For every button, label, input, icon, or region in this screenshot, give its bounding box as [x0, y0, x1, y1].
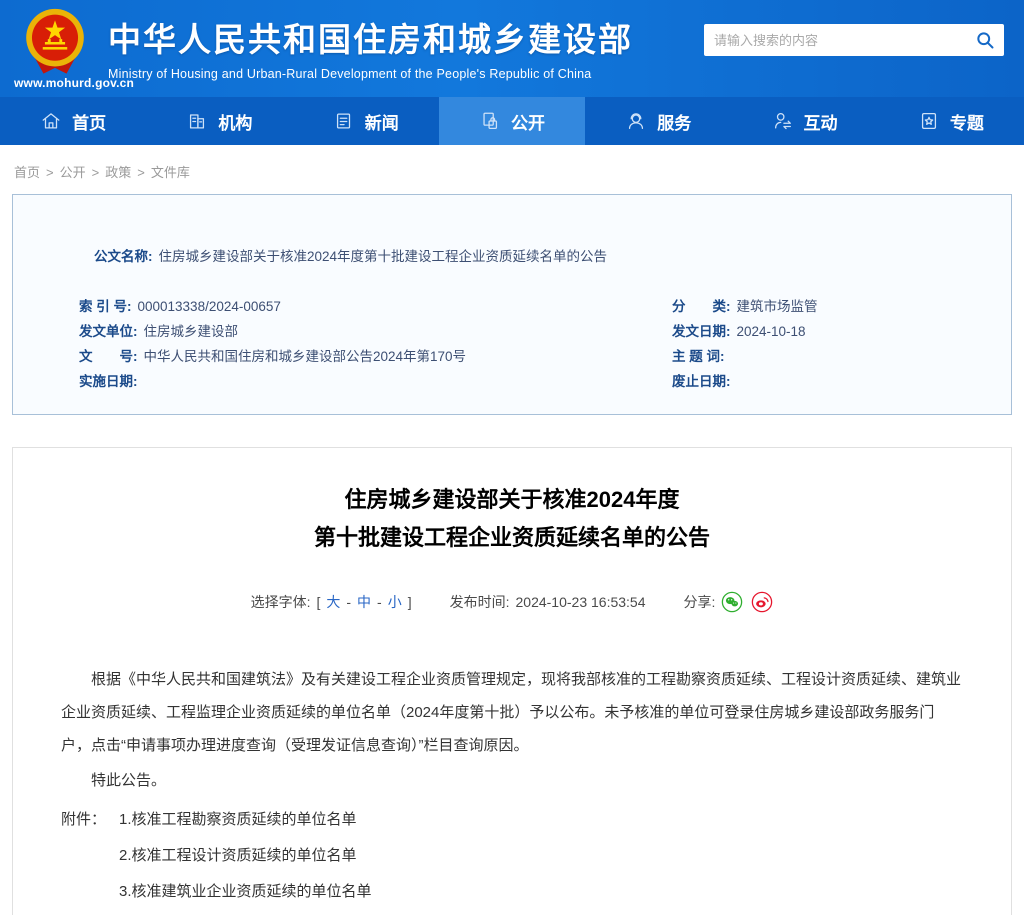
search-box — [704, 24, 1004, 56]
nav-item-interaction[interactable]: 互动 — [731, 97, 877, 145]
attachment-link-2[interactable]: 2.核准工程设计资质延续的单位名单 — [119, 838, 387, 874]
document-meta-box: 公文名称: 住房城乡建设部关于核准2024年度第十批建设工程企业资质延续名单的公告… — [12, 194, 1012, 415]
breadcrumb: 首页 > 公开 > 政策 > 文件库 — [0, 145, 1024, 194]
publish-time-label: 发布时间: — [450, 592, 510, 612]
home-icon — [40, 110, 62, 132]
site-subtitle: Ministry of Housing and Urban-Rural Deve… — [108, 67, 633, 81]
nav-item-label: 新闻 — [365, 109, 399, 134]
organization-icon — [186, 110, 208, 132]
nav-item-services[interactable]: 服务 — [585, 97, 731, 145]
bracket: [ — [316, 594, 320, 610]
article-meta-line: 选择字体: [大-中-小] 发布时间: 2024-10-23 16:53:54 … — [61, 591, 963, 613]
attachment-link-3[interactable]: 3.核准建筑业企业资质延续的单位名单 — [119, 874, 387, 910]
nav-item-disclosure[interactable]: 公开 — [439, 97, 585, 145]
nav-item-home[interactable]: 首页 — [0, 97, 146, 145]
search-button[interactable] — [966, 24, 1004, 56]
breadcrumb-home[interactable]: 首页 — [14, 165, 40, 180]
meta-label: 发文单位: — [79, 324, 138, 339]
site-header: www.mohurd.gov.cn 中华人民共和国住房和城乡建设部 Minist… — [0, 0, 1024, 97]
interaction-icon — [772, 110, 794, 132]
weibo-icon[interactable] — [751, 591, 773, 613]
meta-row-repeal-date: 废止日期: — [672, 369, 1011, 394]
separator: - — [346, 594, 351, 610]
meta-value: 建筑市场监管 — [737, 299, 818, 314]
share-label: 分享: — [684, 592, 716, 612]
meta-label: 公文名称: — [94, 249, 153, 264]
breadcrumb-separator: > — [92, 165, 100, 180]
breadcrumb-policy[interactable]: 政策 — [105, 165, 131, 180]
meta-row-doc-name: 公文名称: 住房城乡建设部关于核准2024年度第十批建设工程企业资质延续名单的公告 — [13, 219, 1011, 294]
separator: - — [377, 594, 382, 610]
main-nav: 首页 机构 新闻 公开 服务 互动 专题 — [0, 97, 1024, 145]
nav-item-topics[interactable]: 专题 — [878, 97, 1024, 145]
meta-value: 住房城乡建设部 — [144, 324, 239, 339]
meta-label: 废止日期: — [672, 374, 731, 389]
breadcrumb-current: 文件库 — [151, 165, 190, 180]
meta-label: 发文日期: — [672, 324, 731, 339]
article-title: 住房城乡建设部关于核准2024年度 第十批建设工程企业资质延续名单的公告 — [61, 481, 963, 557]
search-icon — [975, 30, 995, 50]
attachment-link-1[interactable]: 1.核准工程勘察资质延续的单位名单 — [119, 802, 387, 838]
meta-row-doc-number: 文 号: 中华人民共和国住房和城乡建设部公告2024年第170号 — [79, 344, 660, 369]
meta-row-implement-date: 实施日期: — [79, 369, 660, 394]
nav-item-news[interactable]: 新闻 — [293, 97, 439, 145]
bracket: ] — [408, 594, 412, 610]
nav-item-organization[interactable]: 机构 — [146, 97, 292, 145]
breadcrumb-separator: > — [46, 165, 54, 180]
article-title-line1: 住房城乡建设部关于核准2024年度 — [61, 481, 963, 519]
meta-label: 主 题 词: — [672, 349, 725, 364]
site-title: 中华人民共和国住房和城乡建设部 — [108, 13, 633, 61]
nav-item-label: 专题 — [950, 109, 984, 134]
article-closing: 特此公告。 — [61, 768, 963, 794]
nav-item-label: 机构 — [218, 109, 252, 134]
service-icon — [625, 110, 647, 132]
nav-item-label: 首页 — [72, 109, 106, 134]
meta-label: 分 类: — [672, 299, 731, 314]
breadcrumb-separator: > — [137, 165, 145, 180]
meta-value: 中华人民共和国住房和城乡建设部公告2024年第170号 — [144, 349, 467, 364]
breadcrumb-disclosure[interactable]: 公开 — [60, 165, 86, 180]
meta-row-category: 分 类: 建筑市场监管 — [672, 294, 1011, 319]
meta-row-index-number: 索 引 号: 000013338/2024-00657 — [79, 294, 660, 319]
national-emblem-icon — [16, 6, 94, 78]
disclosure-icon — [479, 110, 501, 132]
attachment-link-4[interactable]: 4.核准工程监理企业资质延续的单位名单 — [119, 910, 387, 915]
font-size-large[interactable]: 大 — [326, 592, 340, 612]
attachments-section: 附件： 1.核准工程勘察资质延续的单位名单 2.核准工程设计资质延续的单位名单 … — [61, 802, 963, 915]
article-title-line2: 第十批建设工程企业资质延续名单的公告 — [61, 519, 963, 557]
article-card: 住房城乡建设部关于核准2024年度 第十批建设工程企业资质延续名单的公告 选择字… — [12, 447, 1012, 915]
attachments-label: 附件： — [61, 802, 119, 915]
meta-label: 实施日期: — [79, 374, 138, 389]
meta-value: 000013338/2024-00657 — [138, 299, 281, 314]
font-size-small[interactable]: 小 — [388, 592, 402, 612]
font-size-medium[interactable]: 中 — [357, 592, 371, 612]
font-size-label: 选择字体: — [251, 592, 311, 612]
meta-label: 文 号: — [79, 349, 138, 364]
meta-value: 住房城乡建设部关于核准2024年度第十批建设工程企业资质延续名单的公告 — [159, 249, 608, 264]
news-icon — [333, 110, 355, 132]
meta-value: 2024-10-18 — [737, 324, 806, 339]
search-input[interactable] — [704, 24, 966, 56]
article-body: 根据《中华人民共和国建筑法》及有关建设工程企业资质管理规定，现将我部核准的工程勘… — [61, 663, 963, 915]
meta-label: 索 引 号: — [79, 299, 132, 314]
publish-time-value: 2024-10-23 16:53:54 — [516, 594, 646, 610]
article-paragraph: 根据《中华人民共和国建筑法》及有关建设工程企业资质管理规定，现将我部核准的工程勘… — [61, 663, 963, 762]
nav-item-label: 服务 — [657, 109, 691, 134]
topics-icon — [918, 110, 940, 132]
meta-row-issuing-unit: 发文单位: 住房城乡建设部 — [79, 319, 660, 344]
meta-row-issue-date: 发文日期: 2024-10-18 — [672, 319, 1011, 344]
nav-item-label: 公开 — [511, 109, 545, 134]
meta-row-subject-words: 主 题 词: — [672, 344, 1011, 369]
nav-item-label: 互动 — [804, 109, 838, 134]
wechat-icon[interactable] — [721, 591, 743, 613]
